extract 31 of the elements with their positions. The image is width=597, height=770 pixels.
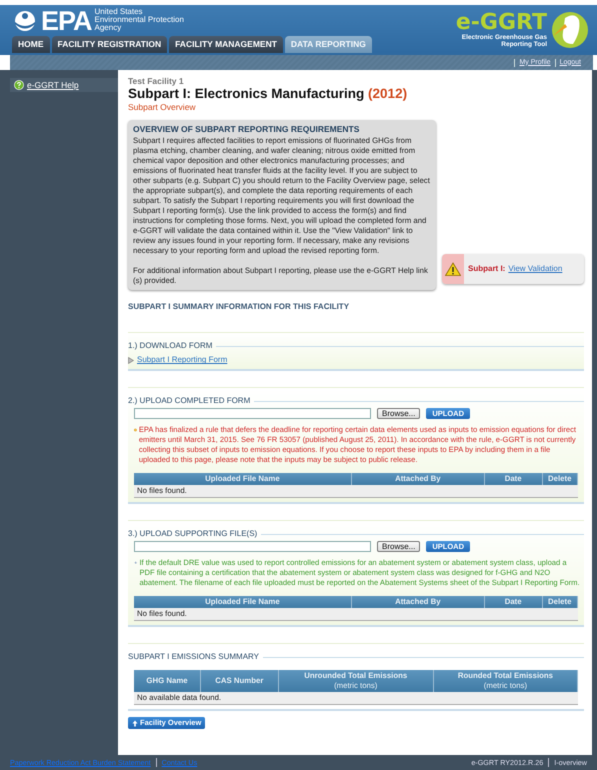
file-path-field[interactable] [134,408,371,420]
logo-text: EPA [41,8,92,34]
browse-button[interactable]: Browse... [377,541,420,552]
download-link[interactable]: Subpart I Reporting Form [128,355,584,366]
section-title: 2.) UPLOAD COMPLETED FORM [128,396,250,406]
validation-link[interactable]: View Validation [508,264,562,274]
reporting-year: (2012) [368,86,408,101]
nav-tab[interactable]: DATA REPORTING [284,36,372,53]
section-title: 1.) DOWNLOAD FORM [128,341,212,352]
facility-name: Test Facility 1 [128,76,185,86]
help-icon [14,80,24,90]
section-title: 3.) UPLOAD SUPPORTING FILE(S) [128,529,258,540]
warning-icon [445,262,461,276]
summary-heading: SUBPART I SUMMARY INFORMATION FOR THIS FACILITY [128,302,350,314]
flower-logo-icon [12,8,38,32]
section-title: SUBPART I EMISSIONS SUMMARY [128,652,259,662]
up-arrow-icon [132,720,138,727]
page-subtitle: Subpart Overview [128,102,197,112]
agency-name: United States Environmental Protection Agency [94,8,184,32]
help-link[interactable]: e-GGRT Help [10,78,118,92]
bird-logo-icon [551,10,589,50]
nav-tab[interactable]: FACILITY REGISTRATION [52,36,168,53]
overview-heading: OVERVIEW OF SUBPART REPORTING REQUIREMENTS [133,124,360,134]
nav-tab[interactable]: FACILITY MANAGEMENT [169,36,283,53]
page-title: Subpart I: Electronics Manufacturing [128,86,364,101]
app-logo-text: e-GGRT [456,12,547,34]
browse-button[interactable]: Browse... [377,408,420,420]
triangle-icon [128,356,134,364]
validation-label: Subpart I: [468,264,506,274]
file-path-field[interactable] [134,541,371,552]
nav-tab[interactable]: HOME [12,36,50,53]
